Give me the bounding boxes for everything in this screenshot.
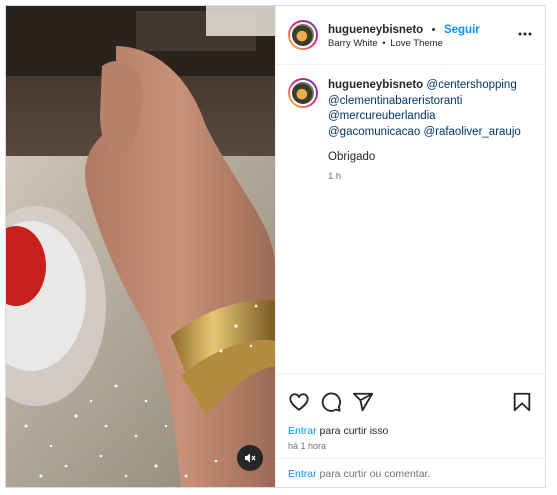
- mention-link[interactable]: @mercureuberlandia: [328, 110, 436, 122]
- audio-artist: Barry White: [328, 38, 378, 49]
- mention-link[interactable]: @gacomunicacao: [328, 126, 420, 138]
- post-timestamp: há 1 hora: [288, 441, 327, 451]
- audio-attribution[interactable]: Barry White • Love Theme: [328, 38, 443, 49]
- caption-avatar[interactable]: [288, 78, 318, 108]
- more-horizontal-icon[interactable]: [517, 26, 533, 42]
- login-link[interactable]: Entrar: [288, 425, 317, 437]
- caption-time: 1 h: [328, 171, 342, 182]
- follow-button[interactable]: Seguir: [444, 24, 480, 36]
- post-actions: Entrar para curtir isso há 1 hora Entrar…: [276, 374, 545, 487]
- mention-link[interactable]: @rafaoliver_araujo: [423, 126, 520, 138]
- comment-login-link[interactable]: Entrar: [288, 468, 317, 480]
- mention-link[interactable]: @centershopping: [426, 79, 516, 91]
- caption-username[interactable]: hugueneybisneto: [328, 79, 423, 91]
- caption-body: hugueneybisneto @centershopping @clement…: [328, 78, 533, 140]
- like-prompt-text: para curtir isso: [316, 425, 389, 437]
- post-dialog: hugueneybisneto • Seguir Barry White • L…: [5, 5, 546, 488]
- post-video[interactable]: [6, 6, 275, 487]
- mention-link[interactable]: @clementinabareristoranti: [328, 95, 462, 107]
- caption-text: Obrigado: [328, 151, 376, 163]
- mute-button[interactable]: [237, 445, 263, 471]
- speaker-muted-icon: [245, 453, 256, 463]
- post-side-panel: hugueneybisneto • Seguir Barry White • L…: [275, 6, 545, 487]
- avatar[interactable]: [288, 20, 318, 50]
- comment-icon[interactable]: [320, 391, 342, 413]
- comment-bar: Entrar para curtir ou comentar.: [276, 458, 545, 487]
- heart-icon[interactable]: [288, 391, 310, 413]
- video-frame-image: [6, 6, 275, 487]
- audio-track: Love Theme: [390, 38, 443, 49]
- username-link[interactable]: hugueneybisneto: [328, 24, 423, 36]
- post-header: hugueneybisneto • Seguir Barry White • L…: [276, 6, 545, 65]
- bookmark-icon[interactable]: [511, 391, 533, 413]
- comment-prompt-text: para curtir ou comentar.: [316, 468, 431, 480]
- separator-dot: •: [431, 24, 436, 36]
- comment-prompt: Entrar para curtir ou comentar.: [288, 468, 430, 480]
- header-user-line: hugueneybisneto • Seguir: [328, 20, 480, 38]
- audio-separator: •: [382, 38, 386, 49]
- like-prompt: Entrar para curtir isso: [288, 425, 388, 437]
- share-icon[interactable]: [352, 391, 374, 413]
